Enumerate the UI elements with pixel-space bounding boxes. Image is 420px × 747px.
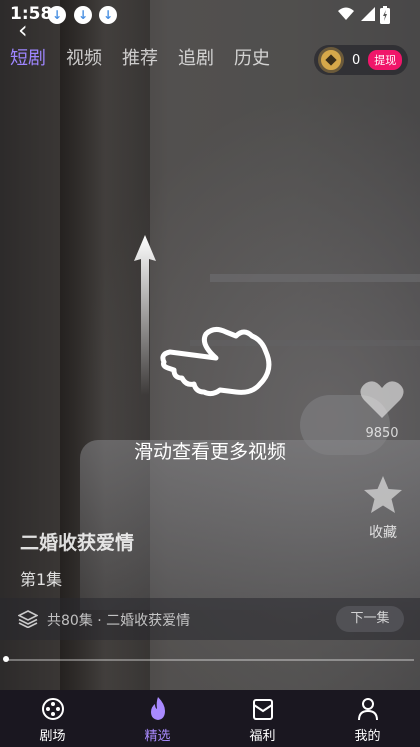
layers-icon bbox=[18, 610, 38, 628]
back-icon[interactable]: ‹ bbox=[18, 16, 28, 44]
playback-progress-bar[interactable] bbox=[3, 656, 414, 662]
gift-box-icon bbox=[252, 699, 273, 720]
top-tab-bar: 短剧 视频 推荐 追剧 历史 bbox=[10, 44, 270, 70]
nav-item-mine[interactable]: 我的 bbox=[315, 690, 420, 747]
swipe-hint-text: 滑动查看更多视频 bbox=[133, 441, 286, 463]
progress-knob[interactable] bbox=[3, 656, 9, 662]
heart-icon bbox=[360, 381, 404, 418]
swipe-up-arrow-icon bbox=[134, 235, 156, 395]
series-info: 共80集 · 二婚收获爱情 bbox=[47, 613, 191, 629]
bottom-nav: 剧场 精选 福利 我的 bbox=[0, 690, 420, 747]
tab-short-drama[interactable]: 短剧 bbox=[10, 44, 46, 70]
status-time: 1:58 bbox=[10, 4, 53, 24]
collect-button[interactable]: 收藏 bbox=[362, 474, 404, 542]
nav-item-featured[interactable]: 精选 bbox=[105, 690, 210, 747]
tab-following[interactable]: 追剧 bbox=[178, 44, 214, 70]
nav-item-welfare[interactable]: 福利 bbox=[210, 690, 315, 747]
download-icon: ↓ bbox=[74, 6, 92, 24]
like-count: 9850 bbox=[365, 426, 399, 441]
flame-icon bbox=[150, 697, 165, 720]
withdraw-button[interactable]: 提现 bbox=[368, 50, 403, 70]
download-icon: ↓ bbox=[99, 6, 117, 24]
collect-label: 收藏 bbox=[369, 525, 397, 541]
nav-label: 剧场 bbox=[39, 729, 66, 744]
coin-count: 0 bbox=[352, 52, 361, 68]
nav-item-theater[interactable]: 剧场 bbox=[0, 690, 105, 747]
battery-icon bbox=[380, 6, 390, 24]
signal-icon bbox=[361, 7, 375, 21]
download-icon: ↓ bbox=[48, 6, 66, 24]
nav-label: 精选 bbox=[144, 729, 171, 744]
tab-video[interactable]: 视频 bbox=[66, 44, 102, 70]
status-bar: 1:58 ↓ ↓ ↓ bbox=[0, 0, 420, 30]
series-bar[interactable]: 共80集 · 二婚收获爱情 下一集 bbox=[0, 598, 420, 640]
tab-recommend[interactable]: 推荐 bbox=[122, 44, 158, 70]
wifi-icon bbox=[338, 7, 354, 20]
next-episode-button[interactable]: 下一集 bbox=[336, 606, 404, 632]
film-reel-icon bbox=[41, 698, 64, 720]
user-icon bbox=[357, 698, 378, 721]
nav-label: 福利 bbox=[249, 729, 276, 744]
nav-label: 我的 bbox=[354, 729, 381, 744]
drama-title: 二婚收获爱情 bbox=[20, 532, 135, 554]
coin-balance[interactable]: 0 提现 bbox=[314, 45, 408, 75]
star-icon bbox=[364, 476, 402, 513]
episode-label: 第1集 bbox=[20, 570, 63, 589]
like-button[interactable]: 9850 bbox=[360, 380, 404, 441]
tab-history[interactable]: 历史 bbox=[234, 44, 270, 70]
swipe-hand-icon bbox=[160, 326, 272, 397]
coin-icon bbox=[318, 47, 344, 73]
